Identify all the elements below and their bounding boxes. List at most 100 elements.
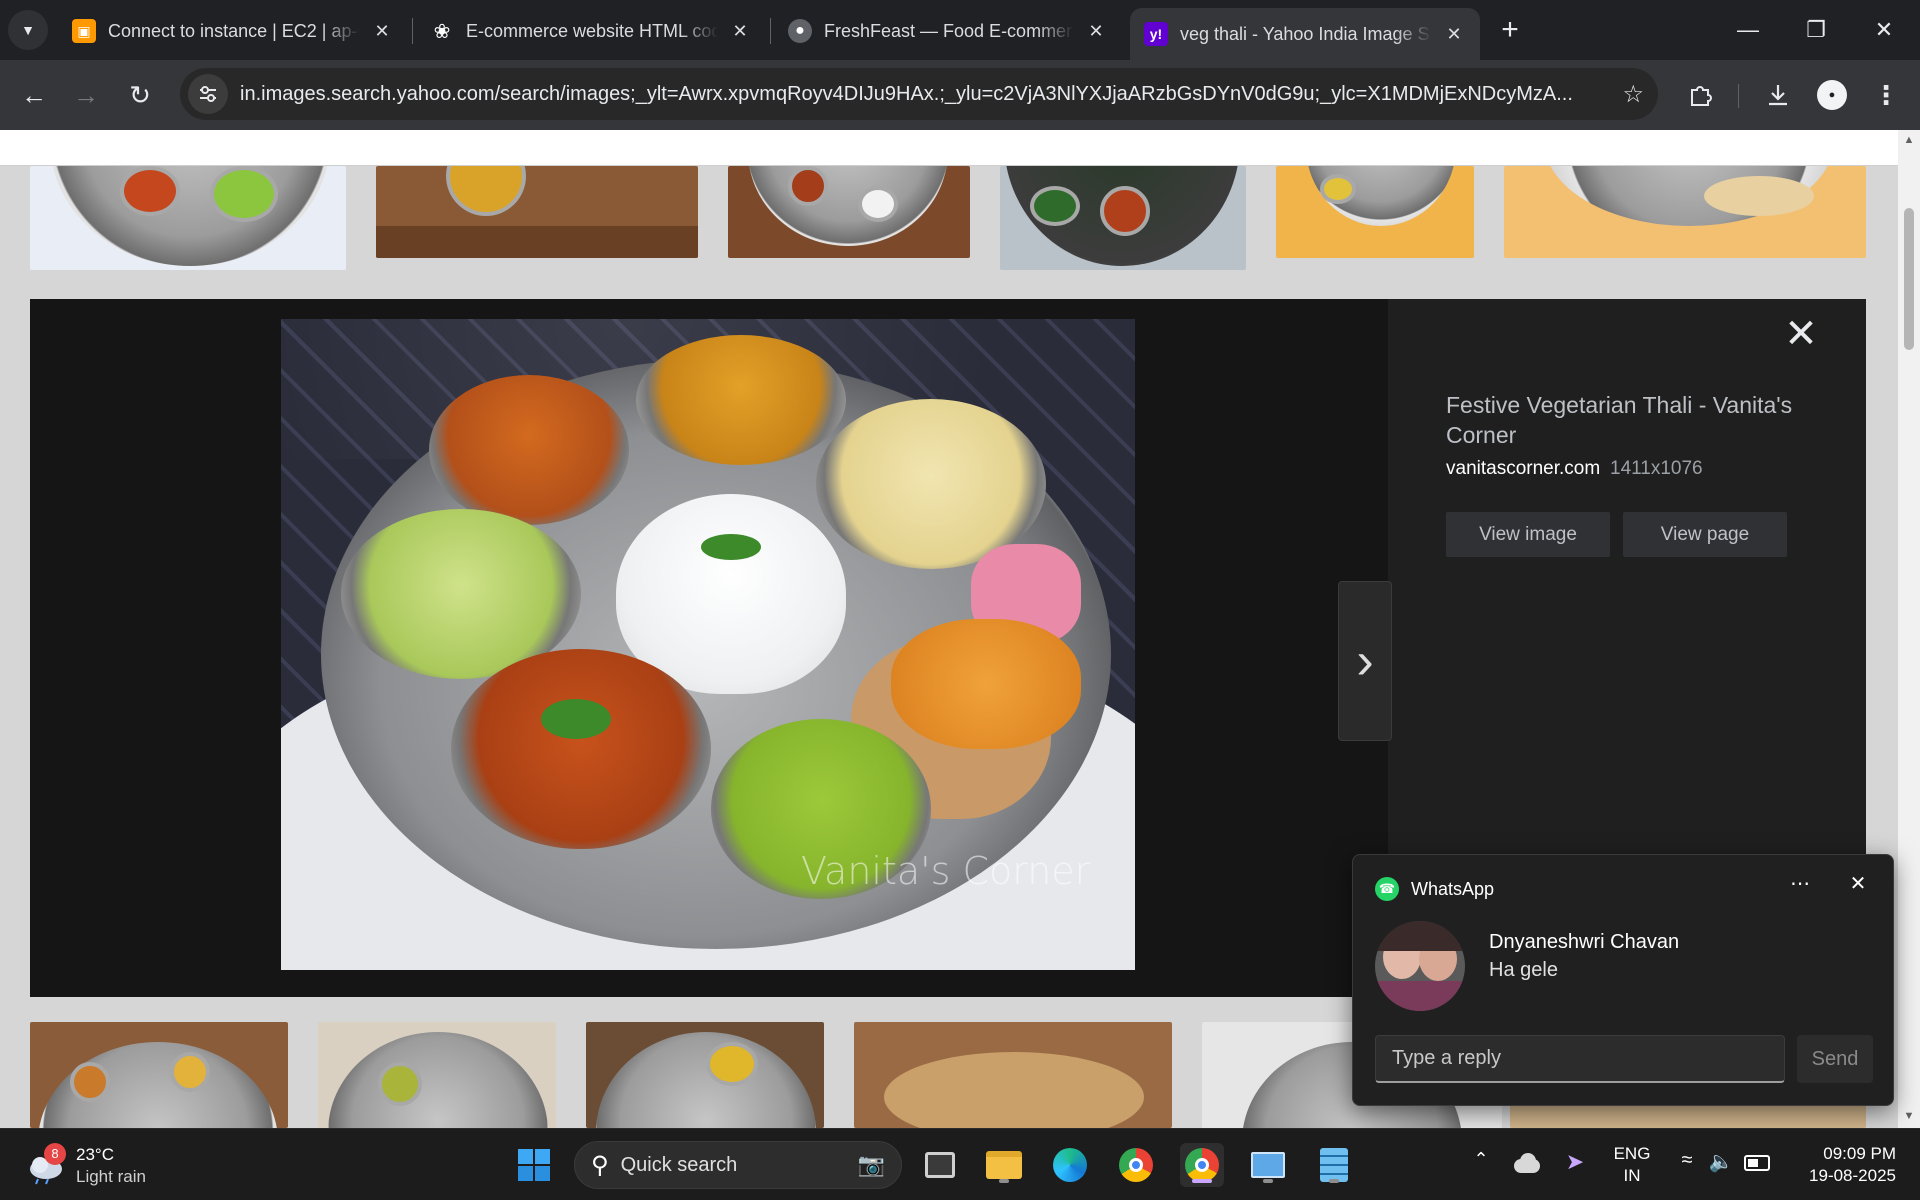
result-thumbnail[interactable] bbox=[854, 1022, 1172, 1128]
minimize-icon: — bbox=[1737, 17, 1759, 42]
new-tab-button[interactable]: + bbox=[1492, 12, 1528, 48]
tab-chatgpt[interactable]: ❀ E-commerce website HTML cod ✕ bbox=[416, 8, 766, 54]
puzzle-icon bbox=[1691, 86, 1712, 106]
weather-widget[interactable]: 8 23°C Light rain bbox=[22, 1143, 172, 1189]
chevron-right-icon: › bbox=[1356, 632, 1374, 690]
tab-ec2[interactable]: ▣ Connect to instance | EC2 | ap-s ✕ bbox=[58, 8, 408, 54]
bookmark-star-icon[interactable]: ☆ bbox=[1622, 80, 1644, 109]
notepad-button[interactable] bbox=[1312, 1143, 1356, 1187]
forward-button[interactable]: → bbox=[66, 75, 106, 115]
scrollbar-thumb[interactable] bbox=[1904, 208, 1914, 350]
input-language[interactable]: ENG IN bbox=[1604, 1143, 1660, 1187]
profile-button[interactable]: ● bbox=[1812, 75, 1852, 115]
site-info-button[interactable] bbox=[188, 74, 228, 114]
tab-title: FreshFeast — Food E-commerc bbox=[824, 20, 1074, 41]
tab-strip: ▼ ▣ Connect to instance | EC2 | ap-s ✕ ❀… bbox=[0, 0, 1920, 60]
volume-icon[interactable]: 🔈 bbox=[1706, 1149, 1736, 1179]
chrome-profile-button[interactable] bbox=[1180, 1143, 1224, 1187]
minimize-button[interactable]: — bbox=[1718, 6, 1778, 54]
search-icon: ⚲ bbox=[591, 1151, 609, 1179]
close-icon[interactable]: ✕ bbox=[370, 19, 394, 43]
taskbar-search[interactable]: ⚲ Quick search 📷 bbox=[574, 1141, 902, 1189]
close-icon: ✕ bbox=[1874, 17, 1894, 42]
remote-desktop-button[interactable] bbox=[1246, 1143, 1290, 1187]
preview-image[interactable]: Vanita's Corner bbox=[281, 319, 1135, 970]
browser-toolbar: ← → ↻ in.images.search.yahoo.com/search/… bbox=[0, 60, 1920, 130]
extensions-button[interactable] bbox=[1680, 75, 1720, 115]
reload-button[interactable]: ↻ bbox=[120, 75, 160, 115]
show-hidden-icons[interactable]: ⌃ bbox=[1466, 1149, 1496, 1179]
wifi-icon[interactable]: ≈ bbox=[1672, 1149, 1702, 1179]
close-window-button[interactable]: ✕ bbox=[1854, 6, 1914, 54]
close-icon[interactable]: ✕ bbox=[728, 19, 752, 43]
whatsapp-icon: ☎ bbox=[1375, 877, 1399, 901]
reply-input[interactable]: Type a reply bbox=[1375, 1035, 1785, 1083]
weather-badge: 8 bbox=[44, 1143, 66, 1165]
result-thumbnail[interactable] bbox=[586, 1022, 824, 1128]
clock[interactable]: 09:09 PM 19-08-2025 bbox=[1786, 1143, 1896, 1187]
result-thumbnail[interactable] bbox=[1000, 166, 1246, 270]
image-source-link[interactable]: vanitascorner.com bbox=[1446, 458, 1600, 480]
ellipsis-icon: ⋯ bbox=[1790, 873, 1810, 895]
page-scrollbar[interactable]: ▲ ▼ bbox=[1898, 130, 1920, 1128]
location-icon[interactable]: ➤ bbox=[1560, 1149, 1590, 1179]
avatar: ● bbox=[1817, 80, 1847, 110]
chrome-icon bbox=[1119, 1148, 1153, 1182]
start-button[interactable] bbox=[512, 1143, 556, 1187]
result-thumbnail[interactable] bbox=[376, 166, 698, 258]
file-explorer-button[interactable] bbox=[982, 1143, 1026, 1187]
tab-yahoo-images[interactable]: y! veg thali - Yahoo India Image S ✕ bbox=[1130, 8, 1480, 60]
tab-title: veg thali - Yahoo India Image S bbox=[1180, 23, 1430, 44]
camera-icon[interactable]: 📷 bbox=[858, 1152, 885, 1178]
close-icon[interactable]: ✕ bbox=[1084, 19, 1108, 43]
battery-icon[interactable] bbox=[1744, 1155, 1770, 1171]
result-thumbnail[interactable] bbox=[30, 166, 346, 270]
result-thumbnail[interactable] bbox=[30, 1022, 288, 1128]
windows-taskbar: 8 23°C Light rain ⚲ Quick search 📷 ⌃ ➤ E… bbox=[0, 1128, 1920, 1200]
aws-icon: ▣ bbox=[72, 19, 96, 43]
windows-logo-icon bbox=[518, 1149, 550, 1181]
menu-button[interactable]: ⋮ bbox=[1866, 75, 1906, 115]
sender-avatar bbox=[1375, 921, 1465, 1011]
tab-separator bbox=[412, 18, 413, 44]
plus-icon: + bbox=[1501, 13, 1519, 46]
result-thumbnail[interactable] bbox=[318, 1022, 556, 1128]
result-thumbnail[interactable] bbox=[728, 166, 970, 258]
view-page-button[interactable]: View page bbox=[1623, 512, 1787, 557]
dal-bowl bbox=[451, 649, 711, 849]
url-text: in.images.search.yahoo.com/search/images… bbox=[240, 82, 1573, 105]
search-header bbox=[0, 130, 1898, 166]
chevron-up-icon: ⌃ bbox=[1473, 1149, 1489, 1169]
close-icon: ✕ bbox=[1849, 873, 1867, 895]
weather-temp: 23°C bbox=[76, 1145, 114, 1164]
edge-icon bbox=[1053, 1148, 1087, 1182]
back-button[interactable]: ← bbox=[14, 75, 54, 115]
downloads-button[interactable] bbox=[1758, 75, 1798, 115]
edge-button[interactable] bbox=[1048, 1143, 1092, 1187]
scroll-down-icon[interactable]: ▼ bbox=[1903, 1110, 1915, 1122]
result-thumbnail[interactable] bbox=[1276, 166, 1474, 258]
tab-freshfeast[interactable]: ● FreshFeast — Food E-commerc ✕ bbox=[774, 8, 1122, 54]
monitor-icon bbox=[1251, 1152, 1285, 1178]
more-options-button[interactable]: ⋯ bbox=[1783, 871, 1817, 901]
scroll-up-icon[interactable]: ▲ bbox=[1903, 134, 1915, 146]
dismiss-notification-button[interactable]: ✕ bbox=[1843, 871, 1873, 901]
tab-search-button[interactable]: ▼ bbox=[8, 10, 48, 50]
notification-app: ☎ WhatsApp bbox=[1375, 877, 1494, 901]
close-preview-button[interactable]: ✕ bbox=[1784, 314, 1818, 354]
chevron-down-icon: ▼ bbox=[21, 22, 35, 38]
active-indicator bbox=[1192, 1179, 1212, 1183]
task-view-button[interactable] bbox=[918, 1143, 962, 1187]
close-icon[interactable]: ✕ bbox=[1442, 22, 1466, 46]
address-bar[interactable]: in.images.search.yahoo.com/search/images… bbox=[180, 68, 1658, 120]
send-button[interactable]: Send bbox=[1797, 1035, 1873, 1083]
restore-button[interactable]: ❐ bbox=[1786, 6, 1846, 54]
next-image-button[interactable]: › bbox=[1338, 581, 1392, 741]
result-thumbnail[interactable] bbox=[1504, 166, 1866, 258]
onedrive-icon[interactable] bbox=[1512, 1151, 1542, 1177]
tab-title: Connect to instance | EC2 | ap-s bbox=[108, 20, 360, 41]
bhaji bbox=[891, 619, 1081, 749]
chrome-button[interactable] bbox=[1114, 1143, 1158, 1187]
view-image-button[interactable]: View image bbox=[1446, 512, 1610, 557]
tab-separator bbox=[770, 18, 771, 44]
